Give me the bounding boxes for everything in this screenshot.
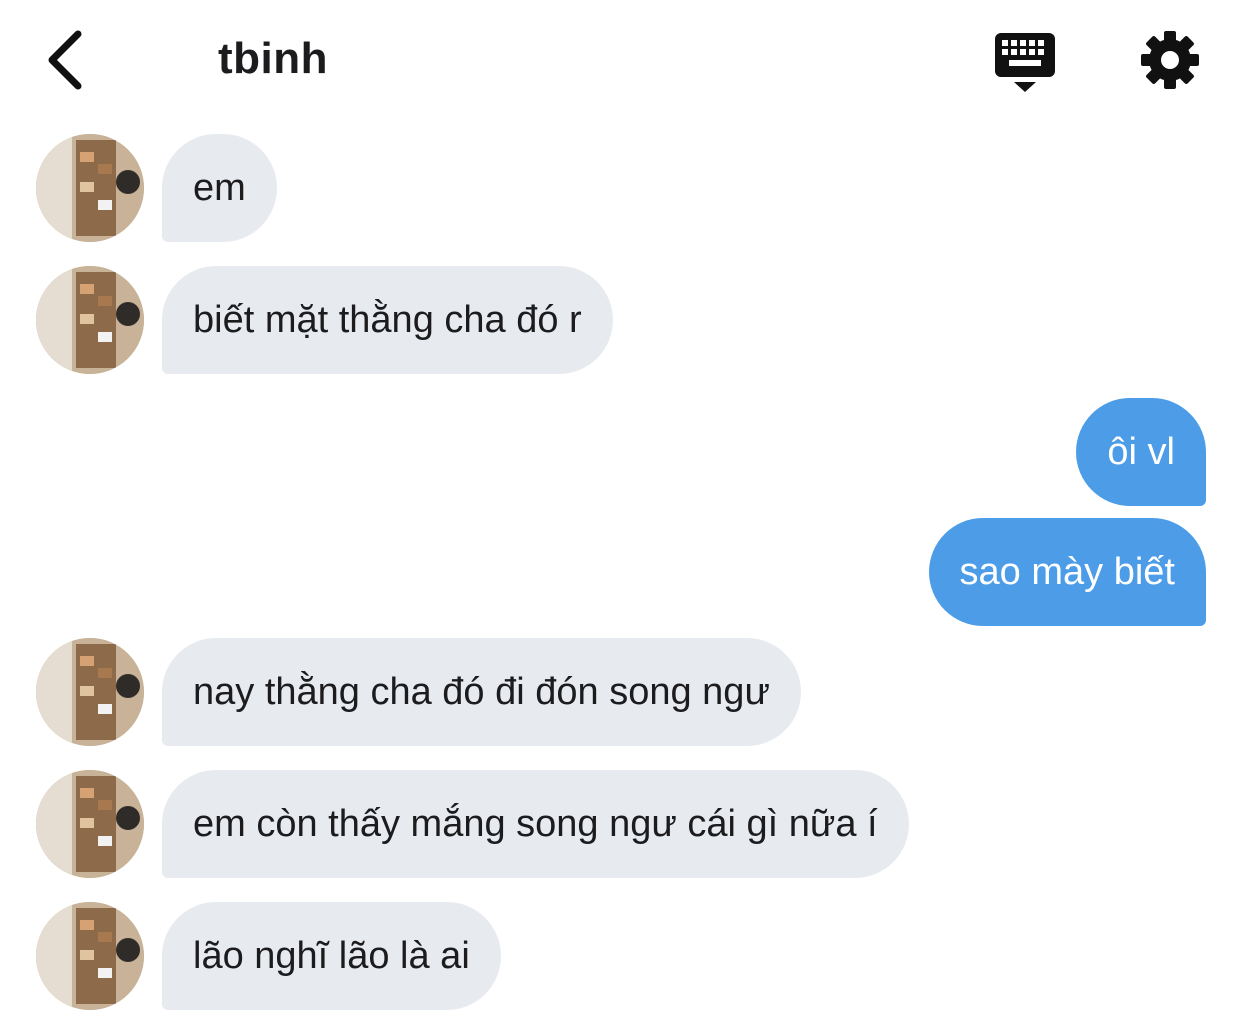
avatar-image	[36, 902, 144, 1010]
avatar-image	[36, 638, 144, 746]
message-row: ôi vl	[0, 398, 1242, 506]
settings-button[interactable]	[1138, 28, 1202, 92]
avatar-image	[36, 266, 144, 374]
page-title: tbinh	[218, 34, 329, 83]
avatar[interactable]	[36, 902, 144, 1010]
incoming-message[interactable]: biết mặt thằng cha đó r	[162, 266, 613, 374]
message-list[interactable]: em biết mặt thằng cha đó r ôi vl sao mày…	[0, 120, 1242, 1019]
message-row: nay thằng cha đó đi đón song ngư	[0, 638, 1242, 746]
avatar[interactable]	[36, 638, 144, 746]
avatar[interactable]	[36, 770, 144, 878]
message-row: sao mày biết	[0, 518, 1242, 626]
avatar-image	[36, 134, 144, 242]
message-row: lão nghĩ lão là ai	[0, 902, 1242, 1010]
avatar-image	[36, 770, 144, 878]
outgoing-message[interactable]: ôi vl	[1076, 398, 1206, 506]
message-row: biết mặt thằng cha đó r	[0, 266, 1242, 374]
avatar[interactable]	[36, 134, 144, 242]
message-row: em còn thấy mắng song ngư cái gì nữa í	[0, 770, 1242, 878]
message-row: em	[0, 134, 1242, 242]
gear-icon	[1141, 31, 1199, 89]
avatar[interactable]	[36, 266, 144, 374]
outgoing-message[interactable]: sao mày biết	[928, 518, 1206, 626]
back-button[interactable]	[40, 28, 96, 92]
incoming-message[interactable]: nay thằng cha đó đi đón song ngư	[162, 638, 801, 746]
incoming-message[interactable]: lão nghĩ lão là ai	[162, 902, 501, 1010]
incoming-message[interactable]: em còn thấy mắng song ngư cái gì nữa í	[162, 770, 909, 878]
keyboard-button[interactable]	[992, 30, 1058, 94]
incoming-message[interactable]: em	[162, 134, 277, 242]
keyboard-icon	[995, 33, 1055, 92]
chat-header: tbinh	[0, 0, 1242, 120]
chevron-left-icon	[48, 30, 82, 90]
